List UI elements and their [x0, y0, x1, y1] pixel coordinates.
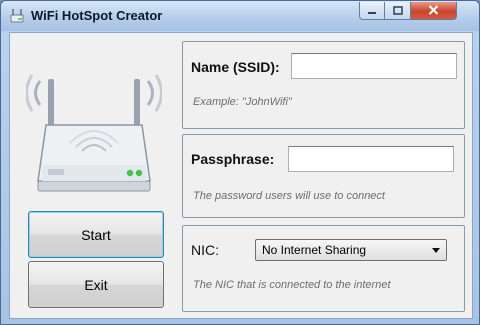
nic-label: NIC:: [191, 242, 219, 258]
app-window: WiFi HotSpot Creator Start Exit Name (SS…: [0, 0, 480, 325]
passphrase-hint: The password users will use to connect: [193, 190, 385, 202]
minimize-button[interactable]: [359, 2, 385, 20]
nic-hint: The NIC that is connected to the interne…: [193, 279, 391, 291]
wifi-router-icon: [25, 53, 163, 203]
title-bar[interactable]: WiFi HotSpot Creator: [1, 1, 479, 31]
maximize-button[interactable]: [385, 2, 411, 20]
passphrase-label: Passphrase:: [191, 151, 275, 167]
nic-group: NIC: No Internet Sharing The NIC that is…: [182, 225, 465, 312]
passphrase-group: Passphrase: The password users will use …: [182, 134, 465, 218]
minimize-icon: [367, 2, 377, 20]
ssid-label: Name (SSID):: [191, 59, 280, 75]
close-icon: [428, 2, 439, 20]
passphrase-input[interactable]: [288, 146, 454, 172]
window-title: WiFi HotSpot Creator: [31, 8, 163, 23]
maximize-icon: [392, 2, 403, 20]
ssid-group: Name (SSID): Example: "JohnWifi": [182, 41, 465, 129]
start-button[interactable]: Start: [28, 211, 164, 258]
client-area: Start Exit Name (SSID): Example: "JohnWi…: [9, 32, 473, 319]
ssid-hint: Example: "JohnWifi": [193, 96, 292, 108]
nic-select-value: No Internet Sharing: [262, 243, 367, 257]
nic-select[interactable]: No Internet Sharing: [255, 239, 447, 261]
close-button[interactable]: [411, 2, 457, 20]
chevron-down-icon: [432, 248, 440, 253]
exit-button[interactable]: Exit: [28, 261, 164, 308]
ssid-input[interactable]: [291, 53, 457, 79]
wifi-router-icon: [9, 8, 25, 24]
